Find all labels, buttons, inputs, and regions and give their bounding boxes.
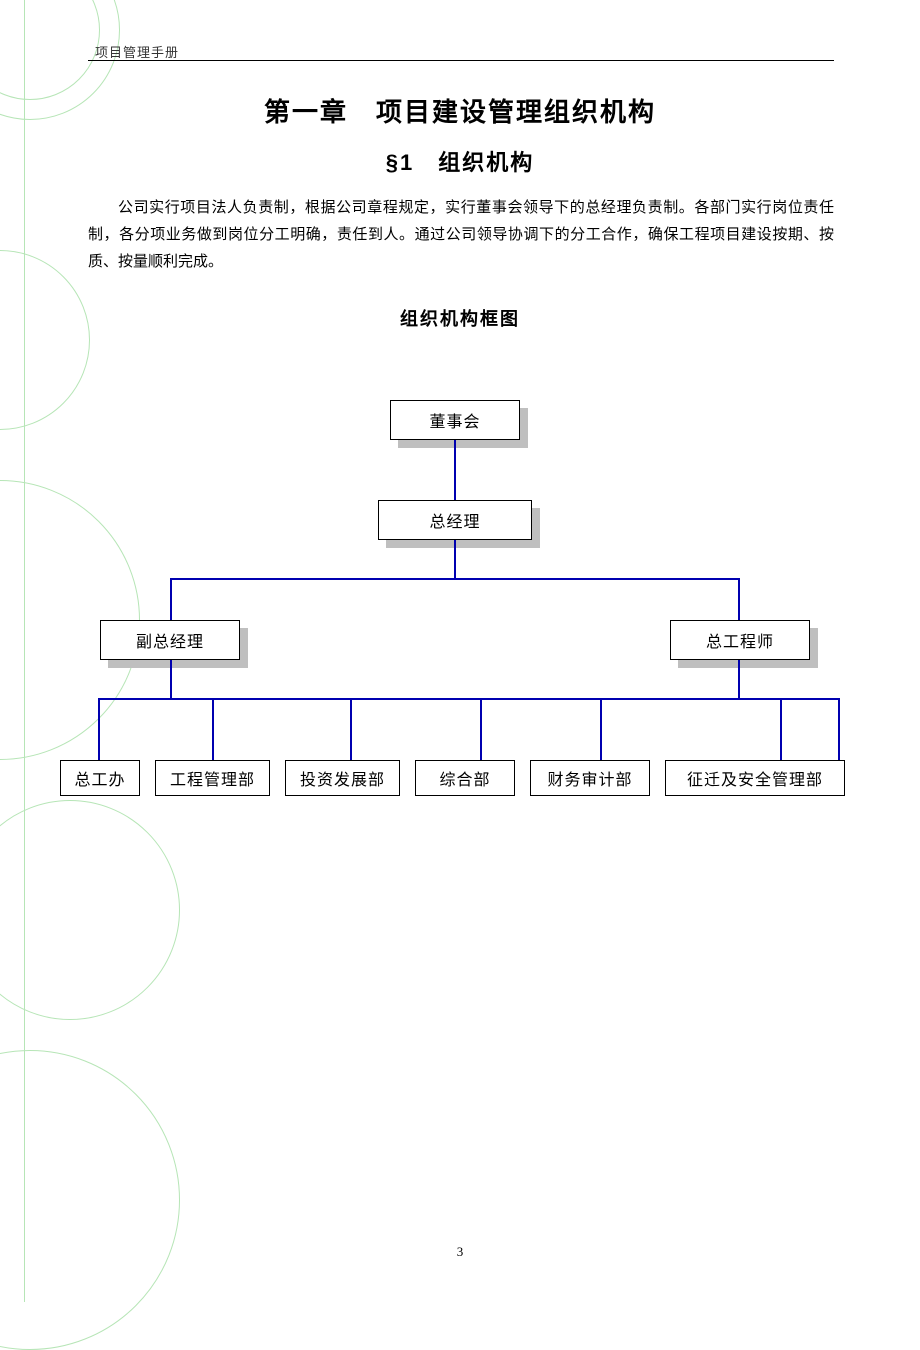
page-header: 项目管理手册 — [95, 42, 395, 61]
chart-title: 组织机构框图 — [0, 305, 920, 331]
node-dept-2: 工程管理部 — [155, 760, 270, 796]
connector — [170, 578, 172, 620]
body-paragraph: 公司实行项目法人负责制，根据公司章程规定，实行董事会领导下的总经理负责制。各部门… — [88, 195, 834, 276]
connector — [454, 440, 456, 500]
org-chart: 董事会 总经理 副总经理 总工程师 总工办 工程管理部 投资发展部 综合部 财务… — [60, 400, 860, 830]
connector — [838, 698, 840, 760]
connector — [170, 660, 172, 700]
node-dept-6: 征迁及安全管理部 — [665, 760, 845, 796]
node-dept-1: 总工办 — [60, 760, 140, 796]
connector — [738, 578, 740, 620]
deco-circle — [0, 0, 100, 100]
node-dept-5: 财务审计部 — [530, 760, 650, 796]
connector — [738, 660, 740, 700]
connector — [170, 578, 740, 580]
connector — [350, 698, 352, 760]
connector — [480, 698, 482, 760]
deco-circle — [0, 800, 180, 1020]
node-dept-3: 投资发展部 — [285, 760, 400, 796]
node-chief-engineer: 总工程师 — [670, 620, 810, 660]
connector — [212, 698, 214, 760]
connector — [780, 698, 782, 760]
header-underline — [88, 60, 834, 61]
connector — [98, 698, 100, 760]
chapter-title: 第一章 项目建设管理组织机构 — [0, 92, 920, 129]
connector — [454, 540, 456, 580]
page-number: 3 — [0, 1244, 920, 1260]
deco-circle — [0, 1050, 180, 1350]
connector — [600, 698, 602, 760]
deco-stripe — [0, 0, 25, 1302]
node-deputy-gm: 副总经理 — [100, 620, 240, 660]
section-title: §1 组织机构 — [0, 145, 920, 177]
node-gm: 总经理 — [378, 500, 532, 540]
connector — [98, 698, 840, 700]
node-board: 董事会 — [390, 400, 520, 440]
node-dept-4: 综合部 — [415, 760, 515, 796]
